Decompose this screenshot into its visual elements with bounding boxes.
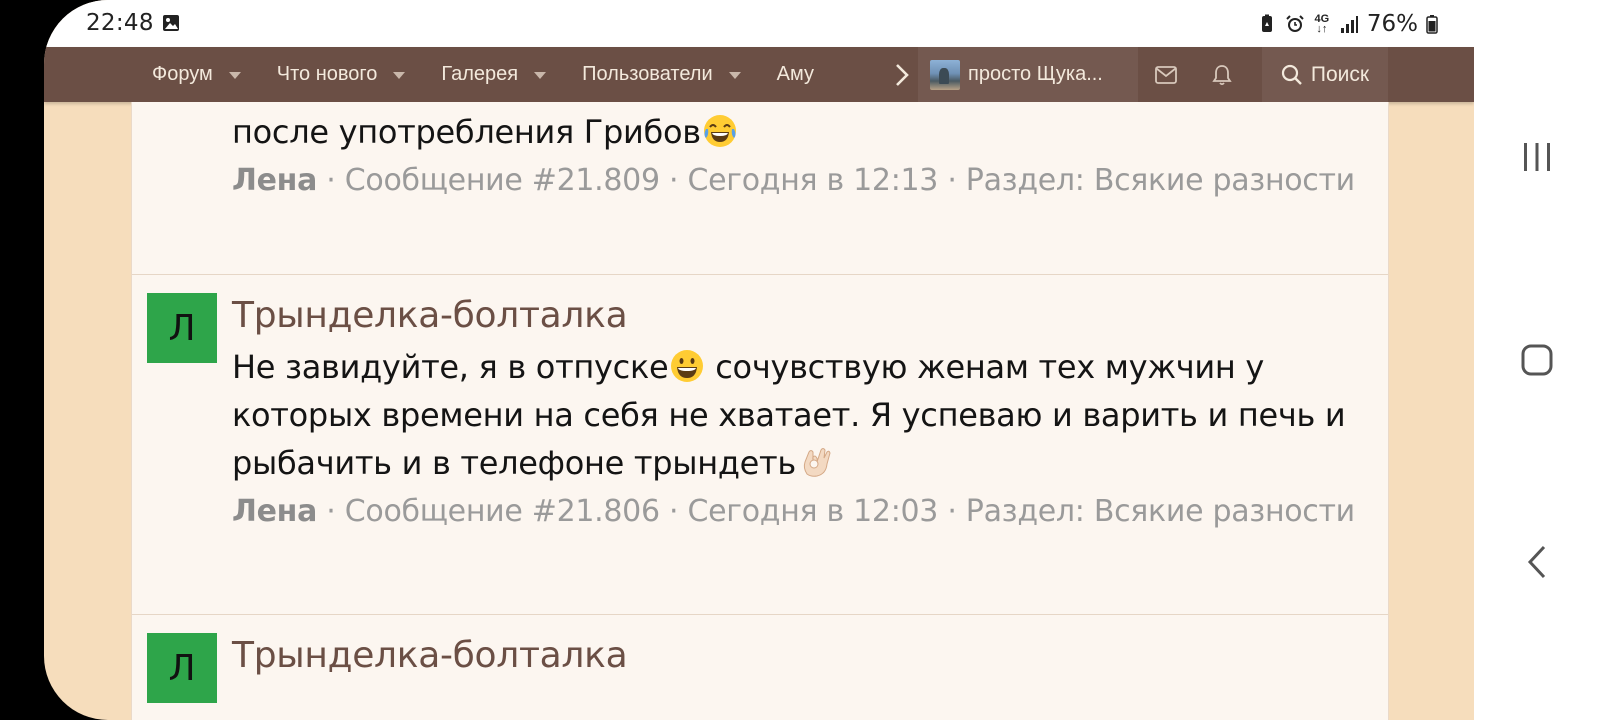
user-avatar — [930, 59, 960, 90]
android-navigation-bar — [1474, 0, 1600, 720]
gallery-notification-icon — [163, 15, 179, 31]
device-screen: 22:48 4G ↓↑ 76% Форум Что нового Галерея… — [44, 0, 1474, 720]
nav-item-gallery[interactable]: Галерея — [441, 63, 547, 86]
post-author[interactable]: Лена — [232, 494, 317, 529]
post-meta-details: · Сообщение #21.806 · Сегодня в 12:03 · … — [317, 494, 1355, 529]
inbox-button[interactable] — [1138, 47, 1194, 102]
post-snippet-text: после употребления Грибов — [232, 113, 701, 151]
avatar[interactable]: Л — [147, 633, 217, 703]
alerts-button[interactable] — [1194, 47, 1250, 102]
network-type-icon: 4G ↓↑ — [1314, 13, 1330, 35]
search-result-item: Л Трынделка-болталка — [132, 614, 1388, 720]
nav-item-whats-new[interactable]: Что нового — [277, 63, 406, 86]
chevron-down-icon[interactable] — [728, 72, 741, 79]
nav-item-label: Галерея — [441, 63, 519, 85]
post-snippet[interactable]: после употребления Грибов — [232, 108, 1372, 156]
status-icons: 4G ↓↑ 76% — [1257, 9, 1438, 39]
battery-charging-icon — [1426, 15, 1438, 34]
search-button[interactable]: Поиск — [1262, 47, 1388, 102]
home-button[interactable] — [1474, 330, 1600, 390]
post-body: Трынделка-болталка — [232, 629, 1372, 683]
recent-apps-icon — [1524, 143, 1550, 171]
avatar[interactable]: Л — [147, 293, 217, 363]
ok-hand-emoji-icon — [803, 448, 831, 477]
chevron-right-icon — [895, 63, 909, 86]
nav-item-label: Что нового — [276, 63, 378, 85]
post-snippet[interactable]: Не завидуйте, я в отпуске сочувствую жен… — [232, 343, 1372, 487]
grinning-face-emoji-icon — [671, 350, 704, 382]
chevron-down-icon[interactable] — [228, 72, 241, 79]
nav-tabs: Форум Что нового Галерея Пользователи Ам… — [152, 47, 850, 102]
forum-navbar: Форум Что нового Галерея Пользователи Ам… — [44, 47, 1474, 102]
alarm-icon — [1286, 15, 1304, 32]
home-icon — [1521, 344, 1553, 376]
thread-title-link[interactable]: Трынделка-болталка — [232, 289, 1372, 343]
post-body: Трынделка-болталка Не завидуйте, я в отп… — [232, 289, 1372, 536]
tears-of-joy-emoji-icon — [703, 115, 736, 147]
post-snippet-text: Не завидуйте, я в отпуске — [232, 348, 669, 386]
post-meta-details: · Сообщение #21.809 · Сегодня в 12:13 · … — [317, 163, 1355, 198]
search-icon — [1281, 64, 1302, 85]
nav-item-label: Форум — [152, 63, 213, 85]
account-username: просто Щука... — [968, 63, 1103, 85]
post-author[interactable]: Лена — [232, 163, 317, 198]
signal-icon — [1340, 16, 1358, 33]
search-label: Поиск — [1310, 62, 1370, 86]
account-menu-button[interactable]: просто Щука... — [918, 47, 1138, 102]
post-meta: Лена · Сообщение #21.806 · Сегодня в 12:… — [232, 487, 1372, 536]
nav-item-members[interactable]: Пользователи — [582, 63, 741, 86]
back-chevron-icon — [1527, 545, 1546, 579]
battery-percent: 76% — [1366, 11, 1418, 37]
post-meta: Лена · Сообщение #21.809 · Сегодня в 12:… — [232, 156, 1372, 205]
post-partial: после употребления Грибов Лена · Сообщен… — [232, 108, 1372, 205]
back-button[interactable] — [1474, 532, 1600, 592]
search-results-panel: после употребления Грибов Лена · Сообщен… — [131, 102, 1389, 720]
nav-item-forum[interactable]: Форум — [152, 63, 241, 86]
nav-item-label: Пользователи — [582, 63, 713, 85]
chevron-down-icon[interactable] — [393, 72, 406, 79]
thread-title-link[interactable]: Трынделка-болталка — [232, 629, 1372, 683]
envelope-icon — [1155, 65, 1177, 84]
status-time: 22:48 — [86, 10, 154, 36]
recent-apps-button[interactable] — [1474, 127, 1600, 187]
recycle-battery-icon — [1261, 14, 1272, 32]
search-result-item: Л Трынделка-болталка Не завидуйте, я в о… — [132, 274, 1388, 615]
nav-item-truncated[interactable]: Аму — [777, 63, 814, 86]
bell-icon — [1212, 64, 1232, 85]
nav-item-label: Аму — [776, 63, 814, 85]
chevron-down-icon[interactable] — [534, 72, 547, 79]
status-bar: 22:48 4G ↓↑ 76% — [44, 0, 1474, 47]
